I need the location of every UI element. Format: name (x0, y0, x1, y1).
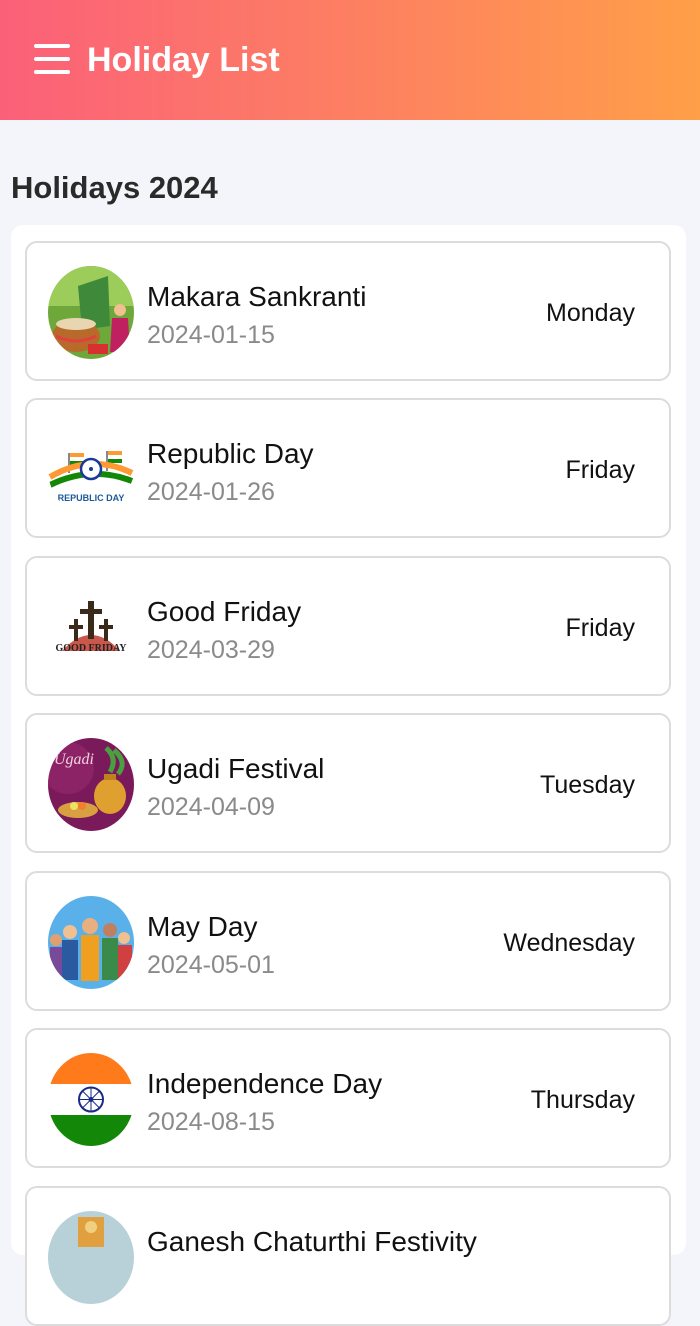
holiday-day: Tuesday (540, 771, 635, 799)
holiday-date: 2024-01-15 (147, 321, 275, 349)
holiday-name: Ganesh Chaturthi Festivity (147, 1226, 477, 1257)
holiday-date: 2024-05-01 (147, 951, 275, 979)
holiday-day: Monday (546, 299, 635, 327)
holiday-name: Makara Sankranti (147, 281, 367, 312)
holiday-day: Friday (565, 614, 635, 642)
holiday-card-good-friday[interactable]: GOOD FRIDAY Good Friday 2024-03-29 Frida… (25, 556, 671, 696)
holiday-name: Ugadi Festival (147, 753, 325, 784)
holiday-date: 2024-04-09 (147, 793, 275, 821)
holiday-name: Republic Day (147, 438, 314, 469)
holiday-name: May Day (147, 911, 258, 942)
ugadi-icon-text: Ugadi (54, 751, 94, 768)
holiday-day: Wednesday (503, 929, 635, 957)
menu-line (34, 70, 70, 74)
menu-line (34, 44, 70, 48)
good-friday-icon: GOOD FRIDAY (48, 581, 134, 674)
holiday-name: Good Friday (147, 596, 302, 627)
holiday-day: Friday (565, 456, 635, 484)
ganesh-chaturthi-icon (48, 1211, 134, 1304)
holiday-card-independence-day[interactable]: Independence Day 2024-08-15 Thursday (25, 1028, 671, 1168)
holiday-card-ugadi-festival[interactable]: Ugadi Ugadi Festival 2024-04-09 Tuesday (25, 713, 671, 853)
hamburger-menu-icon[interactable] (34, 44, 70, 74)
app-title: Holiday List (87, 41, 280, 79)
holiday-date: 2024-03-29 (147, 636, 275, 664)
ugadi-festival-icon: Ugadi (48, 738, 134, 831)
republic-day-icon-text: REPUBLIC DAY (58, 493, 125, 503)
holiday-name: Independence Day (147, 1068, 383, 1099)
holiday-card-ganesh-chaturthi[interactable]: Ganesh Chaturthi Festivity (25, 1186, 671, 1326)
indian-flag-icon (48, 1053, 134, 1146)
holiday-card-may-day[interactable]: May Day 2024-05-01 Wednesday (25, 871, 671, 1011)
section-title: Holidays 2024 (11, 170, 218, 205)
makara-sankranti-icon (48, 266, 134, 359)
menu-line (34, 57, 70, 61)
holiday-day: Thursday (530, 1086, 635, 1114)
may-day-icon (48, 896, 134, 989)
holiday-card-republic-day[interactable]: REPUBLIC DAY Republic Day 2024-01-26 Fri… (25, 398, 671, 538)
app-bar: Holiday List (0, 0, 700, 120)
holiday-date: 2024-01-26 (147, 478, 275, 506)
holiday-date: 2024-08-15 (147, 1108, 275, 1136)
holiday-card-makara-sankranti[interactable]: Makara Sankranti 2024-01-15 Monday (25, 241, 671, 381)
good-friday-icon-text: GOOD FRIDAY (55, 643, 127, 654)
republic-day-icon: REPUBLIC DAY (48, 423, 134, 516)
